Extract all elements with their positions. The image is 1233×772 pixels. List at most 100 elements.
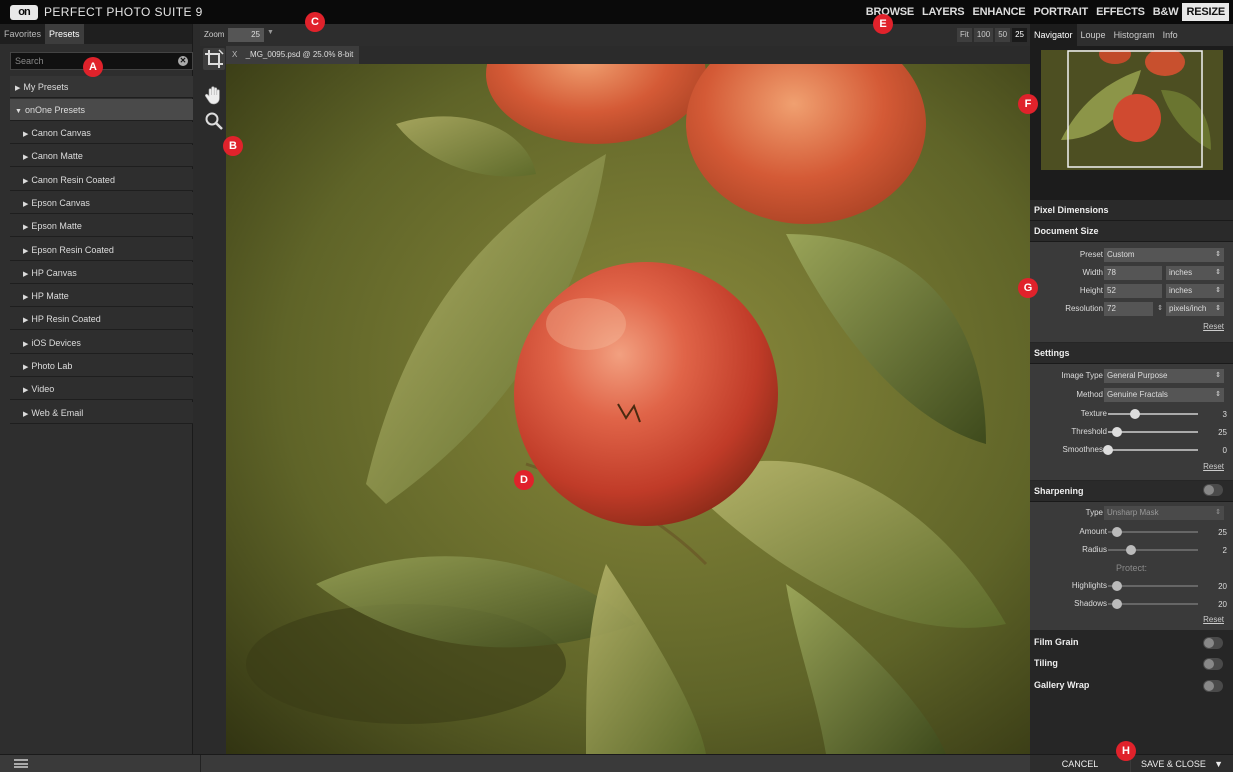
gallery-wrap-toggle[interactable] [1203,680,1223,692]
document-tab[interactable]: X _MG_0095.psd @ 25.0% 8-bit [226,46,360,64]
zoom-toolbar: Zoom 25 ▼ Fit 100 50 25 [200,24,1030,46]
method-value: Genuine Fractals [1107,390,1168,399]
zoom-preset-50[interactable]: 50 [995,28,1011,42]
collapsed-triangle-icon: ▶ [23,340,29,348]
preset-group-my-presets[interactable]: ▶ My Presets [10,76,193,98]
texture-slider[interactable] [1108,409,1198,419]
collapsed-triangle-icon: ▶ [23,294,29,302]
texture-slider-thumb[interactable] [1130,409,1140,419]
collapsed-triangle-icon: ▶ [15,85,21,92]
preset-item-canon-matte[interactable]: ▶ Canon Matte [10,145,193,168]
tab-info[interactable]: Info [1159,24,1182,46]
preset-item-video[interactable]: ▶ Video [10,378,193,401]
module-tab-resize[interactable]: RESIZE [1182,3,1229,21]
smoothness-slider[interactable] [1103,445,1198,455]
hand-icon[interactable] [203,84,225,106]
preset-select[interactable]: Custom ⇕ [1104,248,1224,262]
module-tab-b-w[interactable]: B&W [1149,3,1183,21]
onone-logo: on [10,5,38,20]
amount-slider[interactable] [1108,527,1198,537]
clear-search-icon[interactable]: ✕ [178,56,188,66]
height-label: Height [1079,286,1103,295]
save-close-label: SAVE & CLOSE [1141,759,1206,769]
preset-item-epson-matte[interactable]: ▶ Epson Matte [10,215,193,238]
radius-slider[interactable] [1108,545,1198,555]
preset-item-canon-resin-coated[interactable]: ▶ Canon Resin Coated [10,168,193,191]
zoom-dropdown-icon[interactable]: ▼ [267,29,274,36]
save-options-arrow-icon[interactable]: ▼ [1214,755,1223,772]
settings-reset-link[interactable]: Reset [1203,462,1224,471]
shadows-slider-thumb[interactable] [1112,599,1122,609]
preset-item-hp-matte[interactable]: ▶ HP Matte [10,285,193,308]
panel-menu-icon[interactable] [14,759,28,768]
preset-item-epson-canvas[interactable]: ▶ Epson Canvas [10,191,193,214]
preset-item-web-email[interactable]: ▶ Web & Email [10,401,193,424]
resolution-stepper-icon[interactable]: ⇕ [1155,302,1165,316]
crop-icon[interactable] [203,48,225,70]
module-tab-enhance[interactable]: ENHANCE [968,3,1029,21]
image-type-select[interactable]: General Purpose ⇕ [1104,369,1224,383]
tab-navigator[interactable]: Navigator [1030,24,1077,46]
preset-item-photo-lab[interactable]: ▶ Photo Lab [10,355,193,377]
radius-slider-thumb[interactable] [1125,545,1136,555]
preset-label: Epson Resin Coated [31,244,114,255]
tab-loupe[interactable]: Loupe [1077,24,1110,46]
tab-presets[interactable]: Presets [45,24,84,44]
gallery-wrap-label: Gallery Wrap [1034,680,1090,690]
preset-item-epson-resin-coated[interactable]: ▶ Epson Resin Coated [10,238,193,261]
zoom-preset-100[interactable]: 100 [973,28,994,42]
module-tab-portrait[interactable]: PORTRAIT [1029,3,1092,21]
tab-histogram[interactable]: Histogram [1110,24,1159,46]
preset-item-canon-canvas[interactable]: ▶ Canon Canvas [10,122,193,144]
navigator-thumbnail[interactable] [1041,50,1223,170]
module-tab-effects[interactable]: EFFECTS [1092,3,1149,21]
threshold-slider[interactable] [1108,427,1198,437]
save-close-button[interactable]: SAVE & CLOSE ▼ [1131,755,1233,772]
preset-item-hp-resin-coated[interactable]: ▶ HP Resin Coated [10,308,193,331]
height-input[interactable]: 52 [1104,284,1162,298]
method-select[interactable]: Genuine Fractals ⇕ [1104,388,1224,402]
close-document-icon[interactable]: X [232,50,237,59]
threshold-slider-thumb[interactable] [1112,427,1122,437]
height-unit-select[interactable]: inches ⇕ [1166,284,1224,298]
amount-value: 25 [1218,528,1227,537]
settings-header[interactable]: Settings [1030,343,1233,364]
cancel-button[interactable]: CANCEL [1030,755,1130,772]
collapsed-triangle-icon: ▶ [23,387,29,395]
resolution-input[interactable]: 72 [1104,302,1153,316]
pixel-dimensions-header[interactable]: Pixel Dimensions [1030,200,1233,221]
sharpening-reset-link[interactable]: Reset [1203,615,1224,624]
document-size-reset-link[interactable]: Reset [1203,322,1224,331]
film-grain-toggle[interactable] [1203,637,1223,649]
preset-item-hp-canvas[interactable]: ▶ HP Canvas [10,261,193,284]
tab-favorites[interactable]: Favorites [0,24,45,44]
shadows-slider[interactable] [1108,599,1198,609]
sharpen-type-select[interactable]: Unsharp Mask ⇕ [1104,506,1224,520]
zoom-field[interactable]: 25 [228,28,264,42]
preset-label: Epson Canvas [31,197,90,208]
preset-group-onone-presets[interactable]: ▼ onOne Presets [10,99,193,121]
sharpening-toggle[interactable] [1203,484,1223,496]
module-tab-layers[interactable]: LAYERS [918,3,968,21]
width-unit-select[interactable]: inches ⇕ [1166,266,1224,280]
tiling-toggle[interactable] [1203,658,1223,670]
select-arrow-icon: ⇕ [1215,251,1221,258]
preset-label: Canon Canvas [31,128,91,138]
zoom-presets: Fit 100 50 25 [956,28,1027,42]
left-panel-tabs: Favorites Presets [0,24,192,44]
zoom-preset-25[interactable]: 25 [1012,28,1027,42]
highlights-slider[interactable] [1108,581,1198,591]
sharpen-type-row: Type Unsharp Mask ⇕ [1030,506,1233,520]
preset-item-ios-devices[interactable]: ▶ iOS Devices [10,331,193,354]
zoom-preset-fit[interactable]: Fit [956,28,972,42]
smoothness-slider-thumb[interactable] [1103,445,1113,455]
image-canvas[interactable] [226,64,1030,754]
magnifier-icon[interactable] [203,110,225,132]
smoothness-value: 0 [1222,446,1227,455]
amount-slider-thumb[interactable] [1112,527,1122,537]
resolution-unit-select[interactable]: pixels/inch ⇕ [1166,302,1224,316]
highlights-slider-thumb[interactable] [1112,581,1122,591]
document-size-header[interactable]: Document Size [1030,221,1233,242]
preset-label: HP Canvas [31,267,77,278]
width-input[interactable]: 78 [1104,266,1162,280]
